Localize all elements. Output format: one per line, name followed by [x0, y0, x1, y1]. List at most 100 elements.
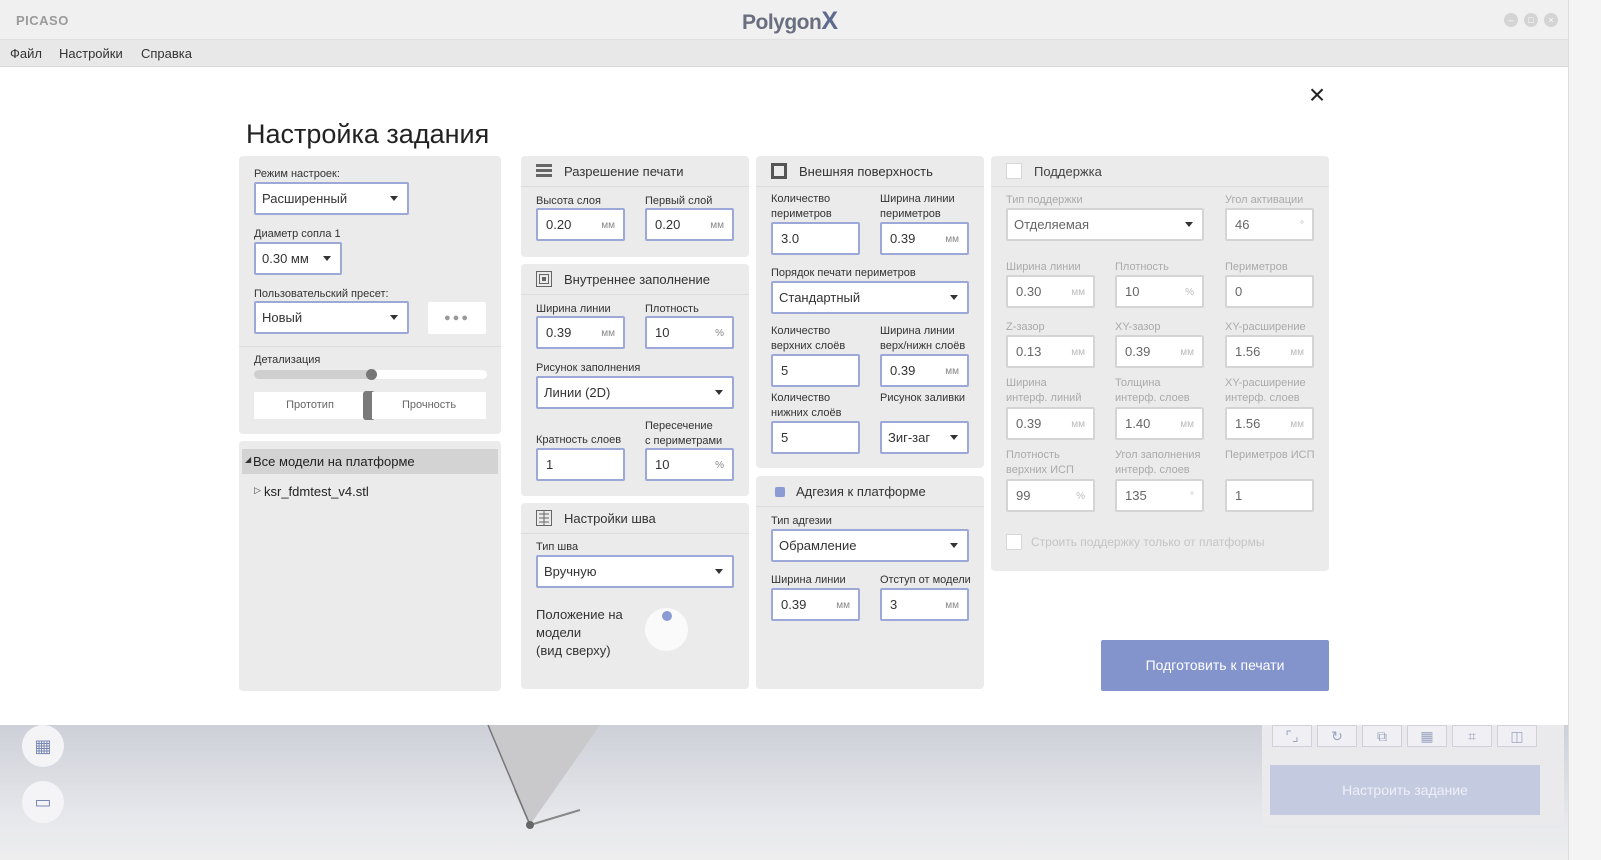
expand-right-icon[interactable]: ▷: [254, 485, 261, 496]
isp-perimeters-label: Периметров ИСП: [1225, 449, 1315, 461]
xy-expansion-label: XY-расширение: [1225, 321, 1306, 333]
multiplicity-input[interactable]: 1: [536, 448, 625, 481]
seam-position-line3: (вид сверху): [536, 643, 611, 658]
perimeters-input[interactable]: 3.0: [771, 222, 860, 255]
seam-icon: [536, 510, 552, 526]
minimize-button[interactable]: –: [1504, 13, 1518, 27]
detail-slider-handle[interactable]: [365, 369, 377, 380]
layer-height-input[interactable]: 0.20 мм: [536, 208, 625, 241]
seam-position-dial[interactable]: [645, 608, 688, 651]
seam-position-marker[interactable]: [662, 611, 672, 621]
seam-type-select[interactable]: Вручную: [536, 555, 734, 588]
interface-width-label: Ширина интерф. линий: [1006, 376, 1081, 406]
tb-width-value: 0.39: [890, 363, 916, 378]
tb-width-label: Ширина линии верх/нижн слоёв: [880, 324, 965, 354]
menu-help[interactable]: Справка: [141, 46, 192, 61]
interface-width-input[interactable]: 0.39 мм: [1006, 407, 1095, 440]
seam-position-line2: модели: [536, 625, 582, 640]
top-density-input[interactable]: 99%: [1006, 479, 1095, 512]
expand-down-icon[interactable]: ◢: [245, 455, 251, 464]
infill-pattern-select[interactable]: Линии (2D): [536, 376, 734, 409]
adhesion-panel: Адгезия к платформе Тип адгезии Обрамлен…: [756, 476, 984, 689]
support-perimeters-input[interactable]: 0: [1225, 275, 1314, 308]
interface-thickness-unit: мм: [1180, 419, 1194, 430]
infill-header: Внутреннее заполнение: [521, 264, 749, 295]
support-type-select[interactable]: Отделяемая: [1006, 208, 1204, 241]
outer-surface-icon: [771, 163, 787, 179]
bottom-layers-label-line1: Количество: [771, 392, 831, 404]
platform-only-checkbox[interactable]: [1006, 534, 1022, 550]
fit-icon[interactable]: ⌜⌟: [1272, 725, 1312, 747]
close-dialog-button[interactable]: ×: [1305, 81, 1329, 110]
activation-angle-input[interactable]: 46 °: [1225, 208, 1314, 241]
top-density-value: 99: [1016, 488, 1031, 503]
prepare-print-button[interactable]: Подготовить к печати: [1101, 640, 1329, 691]
menu-settings[interactable]: Настройки: [59, 46, 123, 61]
top-layers-input[interactable]: 5: [771, 354, 860, 387]
xy-expansion-input[interactable]: 1.56 мм: [1225, 335, 1314, 368]
infill-title: Внутреннее заполнение: [564, 272, 711, 287]
adhesion-line-width-unit: мм: [836, 600, 850, 611]
support-density-value: 10: [1125, 284, 1140, 299]
adhesion-line-width-input[interactable]: 0.39 мм: [771, 588, 860, 621]
layout-icon[interactable]: ◫: [1497, 725, 1537, 747]
fill-angle-input[interactable]: 135 °: [1115, 479, 1204, 512]
adhesion-type-select[interactable]: Обрамление: [771, 529, 969, 562]
order-select[interactable]: Стандартный: [771, 281, 969, 314]
mode-select[interactable]: Расширенный: [254, 182, 409, 215]
resolution-header: Разрешение печати: [521, 156, 749, 187]
window-close-button[interactable]: ×: [1544, 13, 1558, 27]
infill-line-width-input[interactable]: 0.39 мм: [536, 316, 625, 349]
detail-label: Детализация: [254, 354, 321, 366]
first-layer-input[interactable]: 0.20 мм: [645, 208, 734, 241]
copy-icon[interactable]: ⧉: [1362, 725, 1402, 747]
bottom-layers-input[interactable]: 5: [771, 421, 860, 454]
z-gap-input[interactable]: 0.13 мм: [1006, 335, 1095, 368]
seam-position-label: Положение на модели (вид сверху): [536, 606, 623, 660]
preset-label: Пользовательский пресет:: [254, 288, 389, 300]
isp-perimeters-input[interactable]: 1: [1225, 479, 1314, 512]
tree-root-label: Все модели на платформе: [253, 454, 415, 469]
support-checkbox[interactable]: [1006, 163, 1022, 179]
infill-density-input[interactable]: 10%: [645, 316, 734, 349]
interface-thickness-label-line1: Толщина: [1115, 377, 1161, 389]
menu-bar: Файл Настройки Справка: [0, 40, 1568, 67]
rotate-icon[interactable]: ↻: [1317, 725, 1357, 747]
3d-viewport[interactable]: ▦ ▭ ⌜⌟ ↻ ⧉ ▦ ⌗ ◫ Настроить задание: [0, 725, 1568, 860]
preset-more-button[interactable]: ●●●: [428, 302, 486, 334]
grid-icon[interactable]: ⌗: [1452, 725, 1492, 747]
z-gap-label: Z-зазор: [1006, 321, 1045, 333]
infill-density-unit: %: [715, 328, 724, 339]
adhesion-offset-input[interactable]: 3 мм: [880, 588, 969, 621]
interface-thickness-input[interactable]: 1.40 мм: [1115, 407, 1204, 440]
adhesion-offset-unit: мм: [945, 600, 959, 611]
prototype-option[interactable]: Прототип: [254, 392, 366, 419]
detail-slider[interactable]: [254, 369, 487, 380]
interface-width-label-line2: интерф. линий: [1006, 392, 1082, 404]
activation-angle-label: Угол активации: [1225, 194, 1304, 206]
tree-root[interactable]: ◢ Все модели на платформе: [242, 449, 498, 474]
interface-xy-input[interactable]: 1.56 мм: [1225, 407, 1314, 440]
maximize-button[interactable]: □: [1524, 13, 1538, 27]
support-density-input[interactable]: 10%: [1115, 275, 1204, 308]
perim-width-input[interactable]: 0.39 мм: [880, 222, 969, 255]
strength-option[interactable]: Прочность: [372, 392, 486, 419]
arrange-icon[interactable]: ▦: [1407, 725, 1447, 747]
adhesion-icon: [775, 487, 785, 497]
preset-select[interactable]: Новый: [254, 301, 409, 334]
top-density-label-line2: верхних ИСП: [1006, 464, 1074, 476]
overlap-input[interactable]: 10%: [645, 448, 734, 481]
xy-gap-input[interactable]: 0.39 мм: [1115, 335, 1204, 368]
fill-pattern-select[interactable]: Зиг-заг: [880, 421, 969, 454]
interface-thickness-label-line2: интерф. слоев: [1115, 392, 1190, 404]
nozzle-select[interactable]: 0.30 мм: [254, 242, 342, 275]
overlap-label-line1: Пересечение: [645, 420, 713, 432]
grid-view-icon[interactable]: ▦: [22, 725, 64, 767]
menu-file[interactable]: Файл: [10, 46, 42, 61]
app-logo: PolygonX: [742, 7, 838, 36]
support-line-width-input[interactable]: 0.30 мм: [1006, 275, 1095, 308]
book-icon[interactable]: ▭: [22, 781, 64, 823]
configure-job-button[interactable]: Настроить задание: [1270, 765, 1540, 815]
tb-width-input[interactable]: 0.39 мм: [880, 354, 969, 387]
infill-panel: Внутреннее заполнение Ширина линии 0.39 м…: [521, 264, 749, 496]
